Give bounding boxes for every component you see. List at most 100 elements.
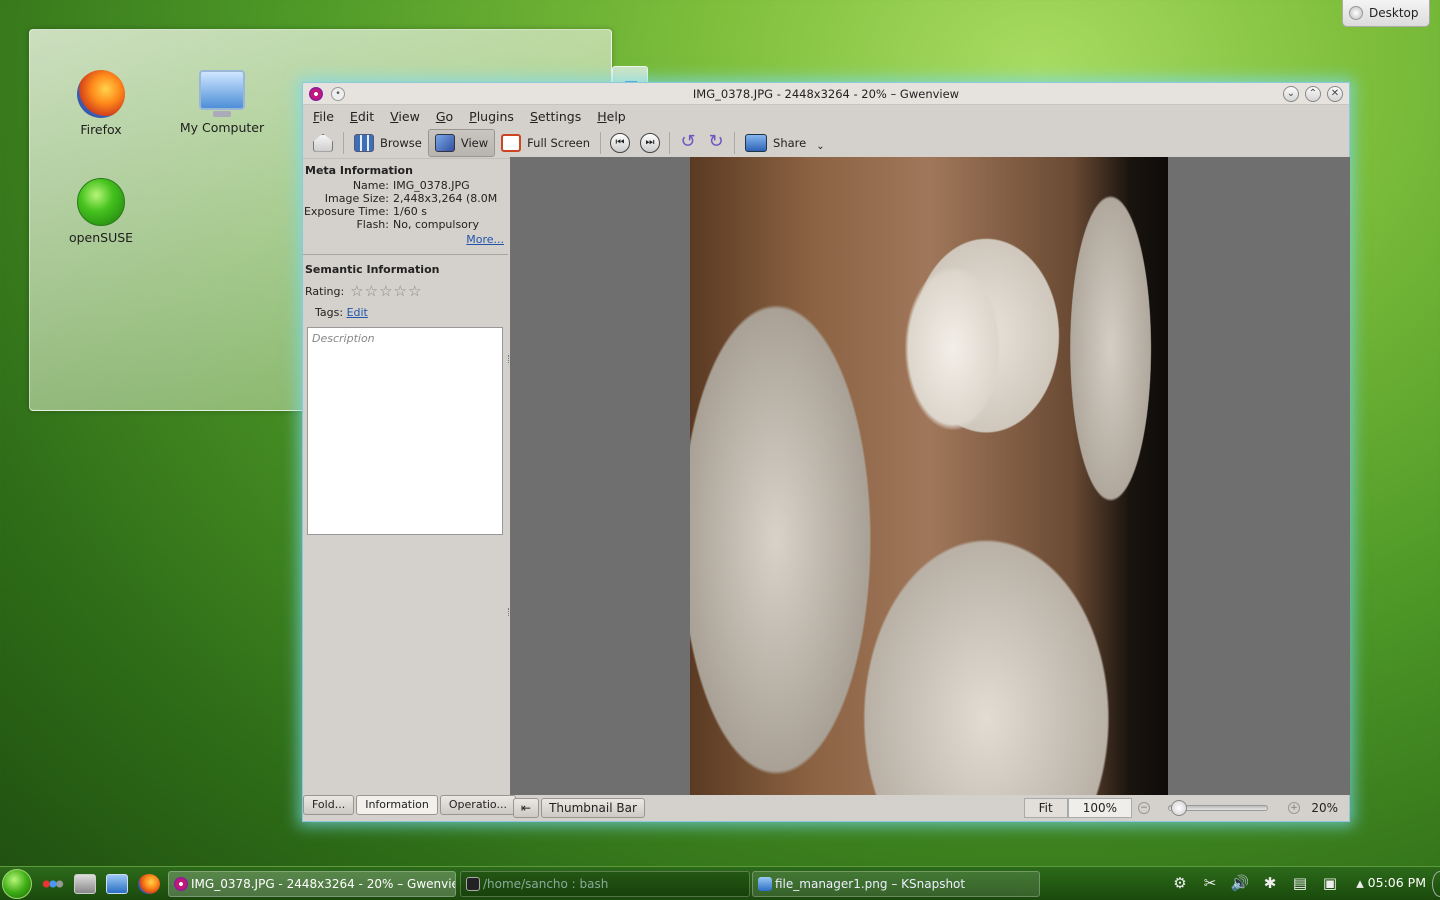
- home-icon: [313, 133, 333, 152]
- desktop-icon-label: openSUSE: [68, 230, 134, 245]
- task-terminal[interactable]: /home/sancho : bash: [460, 871, 750, 897]
- menu-file[interactable]: File: [313, 109, 342, 124]
- klipper-icon[interactable]: ✂: [1200, 873, 1220, 893]
- view-icon: [434, 133, 455, 152]
- zoom-slider[interactable]: [1168, 800, 1268, 816]
- gwenview-icon: [174, 877, 188, 891]
- tags-edit-link[interactable]: Edit: [347, 306, 368, 319]
- tab-folders[interactable]: Fold...: [303, 795, 355, 815]
- task-gwenview[interactable]: IMG_0378.JPG - 2448x3264 - 20% – Gwenvie…: [168, 871, 456, 897]
- opensuse-icon: [77, 178, 125, 226]
- view-button[interactable]: View: [427, 128, 496, 157]
- zoom-level: 20%: [1311, 801, 1338, 815]
- file-manager-icon[interactable]: [106, 873, 128, 894]
- volume-icon[interactable]: 🔊: [1230, 873, 1250, 893]
- home-button[interactable]: [307, 129, 339, 157]
- tags-row: Tags: Edit: [303, 304, 508, 321]
- browse-label: Browse: [380, 135, 422, 150]
- gwenview-window: • IMG_0378.JPG - 2448x3264 - 20% – Gwenv…: [302, 82, 1350, 822]
- zoom-out-icon[interactable]: −: [1138, 802, 1150, 814]
- close-button[interactable]: ✕: [1327, 86, 1343, 102]
- view-label: View: [460, 135, 489, 150]
- computer-icon: [199, 70, 245, 117]
- next-image-button[interactable]: ⏭: [640, 132, 661, 153]
- gwenview-icon[interactable]: [309, 87, 323, 101]
- firefox-icon: [77, 70, 125, 118]
- browse-icon: [354, 133, 374, 152]
- fullscreen-label: Full Screen: [527, 135, 591, 150]
- clock[interactable]: 05:06 PM: [1368, 875, 1426, 890]
- panel-toolbox-icon[interactable]: [1432, 871, 1440, 897]
- menu-view[interactable]: View: [390, 109, 428, 124]
- tab-operations[interactable]: Operatio...: [439, 795, 516, 815]
- semantic-information-heading: Semantic Information: [305, 263, 440, 276]
- activity-icon[interactable]: [42, 873, 64, 894]
- share-icon: [745, 133, 768, 152]
- tab-information[interactable]: Information: [356, 795, 438, 815]
- pager-icon[interactable]: [74, 873, 96, 894]
- desktop-icon-label: Firefox: [80, 122, 122, 137]
- desktop-icon-firefox[interactable]: Firefox: [46, 70, 156, 137]
- rating-row: Rating: ☆☆☆☆☆: [303, 278, 508, 304]
- rotate-left-button[interactable]: ↺: [678, 132, 698, 153]
- rotate-right-button[interactable]: ↻: [706, 132, 726, 153]
- menu-plugins[interactable]: Plugins: [469, 109, 522, 124]
- meta-value: 2,448x3,264 (8.0M: [393, 192, 498, 205]
- menu-help[interactable]: Help: [597, 109, 634, 124]
- more-link[interactable]: More...: [303, 233, 508, 246]
- window-menu-icon[interactable]: •: [331, 87, 345, 101]
- desktop-toolbox-button[interactable]: Desktop: [1342, 0, 1430, 27]
- menu-settings[interactable]: Settings: [530, 109, 589, 124]
- share-label: Share: [773, 135, 807, 150]
- meta-row: Exposure Time: 1/60 s: [303, 205, 508, 218]
- thumbnail-bar-button[interactable]: Thumbnail Bar: [541, 798, 645, 818]
- meta-key: Name:: [352, 179, 389, 192]
- meta-row: Image Size: 2,448x3,264 (8.0M: [303, 192, 508, 205]
- meta-value: 1/60 s: [393, 205, 427, 218]
- device-notifier-icon[interactable]: ▣: [1320, 873, 1340, 893]
- cashew-icon: [1349, 6, 1363, 20]
- zoom-slider-knob[interactable]: [1171, 800, 1187, 816]
- description-field[interactable]: Description: [307, 327, 503, 535]
- meta-information-heading: Meta Information: [305, 164, 413, 177]
- previous-image-button[interactable]: ⏮: [610, 132, 631, 153]
- task-ksnapshot[interactable]: file_manager1.png – KSnapshot: [752, 871, 1040, 897]
- network-icon[interactable]: ⚙: [1170, 873, 1190, 893]
- task-label: /home/sancho : bash: [483, 877, 609, 891]
- firefox-launcher-icon[interactable]: [138, 873, 160, 894]
- task-label: IMG_0378.JPG - 2448x3264 - 20% – Gwenvie…: [191, 877, 456, 891]
- system-tray: ⚙ ✂ 🔊 ✱ ▤ ▣ ▴: [1170, 873, 1370, 893]
- browse-button[interactable]: Browse: [348, 129, 428, 157]
- bluetooth-icon[interactable]: ✱: [1260, 873, 1280, 893]
- desktop-icon-my-computer[interactable]: My Computer: [167, 70, 277, 135]
- zoom-fit-button[interactable]: Fit: [1023, 798, 1068, 818]
- ksnapshot-icon: [758, 877, 772, 891]
- desktop-icon-opensuse[interactable]: openSUSE: [46, 178, 156, 245]
- clipboard-icon[interactable]: ▤: [1290, 873, 1310, 893]
- kickoff-launcher-icon[interactable]: [2, 868, 32, 899]
- toggle-sidebar-button[interactable]: ⇤: [513, 798, 540, 818]
- window-titlebar[interactable]: • IMG_0378.JPG - 2448x3264 - 20% – Gwenv…: [303, 83, 1349, 105]
- menu-go[interactable]: Go: [436, 109, 461, 124]
- menubar: File Edit View Go Plugins Settings Help: [303, 105, 1349, 127]
- zoom-in-icon[interactable]: +: [1288, 802, 1300, 814]
- rating-label: Rating:: [305, 284, 345, 298]
- image-viewer[interactable]: [510, 157, 1350, 795]
- menu-edit[interactable]: Edit: [350, 109, 382, 124]
- meta-value: No, compulsory: [393, 218, 479, 231]
- rating-stars[interactable]: ☆☆☆☆☆: [350, 282, 422, 300]
- meta-key: Flash:: [356, 218, 389, 231]
- meta-key: Exposure Time:: [303, 205, 389, 218]
- desktop-toolbox-label: Desktop: [1369, 6, 1419, 20]
- maximize-button[interactable]: ⌃: [1305, 86, 1321, 102]
- window-title: IMG_0378.JPG - 2448x3264 - 20% – Gwenvie…: [692, 86, 960, 101]
- meta-row: Flash: No, compulsory: [303, 218, 508, 231]
- meta-value: IMG_0378.JPG: [393, 179, 470, 192]
- zoom-100-button[interactable]: 100%: [1067, 798, 1132, 818]
- terminal-icon: [466, 877, 480, 891]
- fullscreen-button[interactable]: Full Screen: [495, 129, 596, 157]
- share-button[interactable]: Share ⌄: [739, 129, 831, 157]
- minimize-button[interactable]: ⌄: [1283, 86, 1299, 102]
- viewer-statusbar: ⇤ Thumbnail Bar Fit 100% − + 20%: [510, 795, 1350, 821]
- taskbar-panel: IMG_0378.JPG - 2448x3264 - 20% – Gwenvie…: [0, 866, 1440, 900]
